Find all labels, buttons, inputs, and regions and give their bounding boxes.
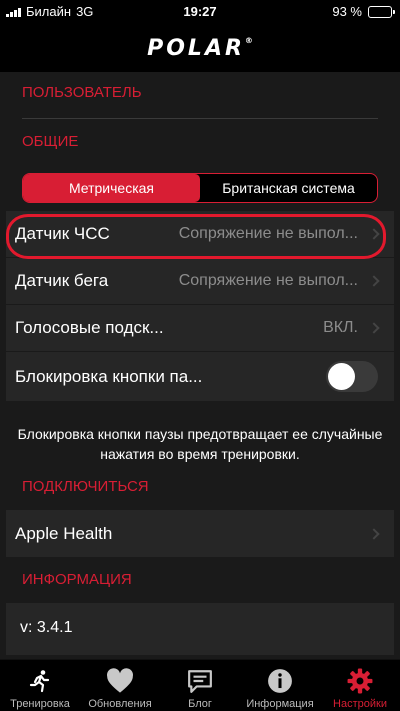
tab-bar: Тренировка Обновления Блог Информация На… bbox=[0, 659, 400, 711]
toggle-knob bbox=[328, 363, 355, 390]
pause-lock-row: Блокировка кнопки па... bbox=[6, 352, 394, 401]
battery-percent: 93 % bbox=[332, 4, 362, 19]
version-row: v: 3.4.1 bbox=[6, 603, 394, 655]
section-info: ИНФОРМАЦИЯ bbox=[22, 571, 132, 588]
units-imperial-option[interactable]: Британская система bbox=[200, 174, 377, 202]
run-sensor-label: Датчик бега bbox=[15, 271, 109, 290]
chat-bubble-icon bbox=[187, 667, 213, 695]
section-general: ОБЩИЕ bbox=[22, 133, 79, 150]
tab-settings[interactable]: Настройки bbox=[320, 660, 400, 711]
voice-prompts-label: Голосовые подск... bbox=[15, 318, 164, 337]
section-user[interactable]: ПОЛЬЗОВАТЕЛЬ bbox=[22, 84, 142, 101]
hr-sensor-status: Сопряжение не выпол... bbox=[178, 225, 358, 242]
chevron-right-icon bbox=[368, 527, 380, 540]
voice-prompts-row[interactable]: Голосовые подск... ВКЛ. bbox=[6, 305, 394, 352]
pause-lock-toggle[interactable] bbox=[326, 361, 378, 392]
connect-list: Apple Health bbox=[6, 510, 394, 557]
app-version: v: 3.4.1 bbox=[20, 619, 73, 636]
units-segmented-control[interactable]: Метрическая Британская система bbox=[22, 173, 378, 203]
app-header: POLAR® bbox=[0, 24, 400, 72]
chevron-right-icon bbox=[368, 228, 380, 240]
chevron-right-icon bbox=[368, 322, 380, 334]
pause-lock-label: Блокировка кнопки па... bbox=[15, 366, 203, 386]
hr-sensor-row[interactable]: Датчик ЧСС Сопряжение не выпол... bbox=[6, 211, 394, 258]
chevron-right-icon bbox=[368, 275, 380, 287]
tab-training[interactable]: Тренировка bbox=[0, 660, 80, 711]
voice-prompts-value: ВКЛ. bbox=[323, 319, 358, 336]
heart-icon bbox=[106, 667, 134, 695]
apple-health-row[interactable]: Apple Health bbox=[6, 510, 394, 557]
polar-logo: POLAR® bbox=[147, 35, 253, 61]
tab-blog[interactable]: Блог bbox=[160, 660, 240, 711]
gear-icon bbox=[347, 667, 373, 695]
info-icon bbox=[267, 667, 293, 695]
battery-icon bbox=[368, 5, 395, 18]
running-man-icon bbox=[28, 667, 52, 695]
hr-sensor-label: Датчик ЧСС bbox=[15, 224, 110, 243]
run-sensor-status: Сопряжение не выпол... bbox=[178, 272, 358, 289]
status-bar: Билайн 3G 19:27 93 % bbox=[0, 0, 400, 24]
run-sensor-row[interactable]: Датчик бега Сопряжение не выпол... bbox=[6, 258, 394, 305]
tab-info[interactable]: Информация bbox=[240, 660, 320, 711]
apple-health-label: Apple Health bbox=[15, 523, 113, 543]
tab-updates[interactable]: Обновления bbox=[80, 660, 160, 711]
general-settings-list: Датчик ЧСС Сопряжение не выпол... Датчик… bbox=[6, 211, 394, 401]
divider bbox=[22, 118, 378, 119]
pause-lock-note: Блокировка кнопки паузы предотвращает ее… bbox=[17, 426, 383, 462]
units-metric-option[interactable]: Метрическая bbox=[23, 174, 200, 202]
section-connect: ПОДКЛЮЧИТЬСЯ bbox=[22, 478, 149, 495]
